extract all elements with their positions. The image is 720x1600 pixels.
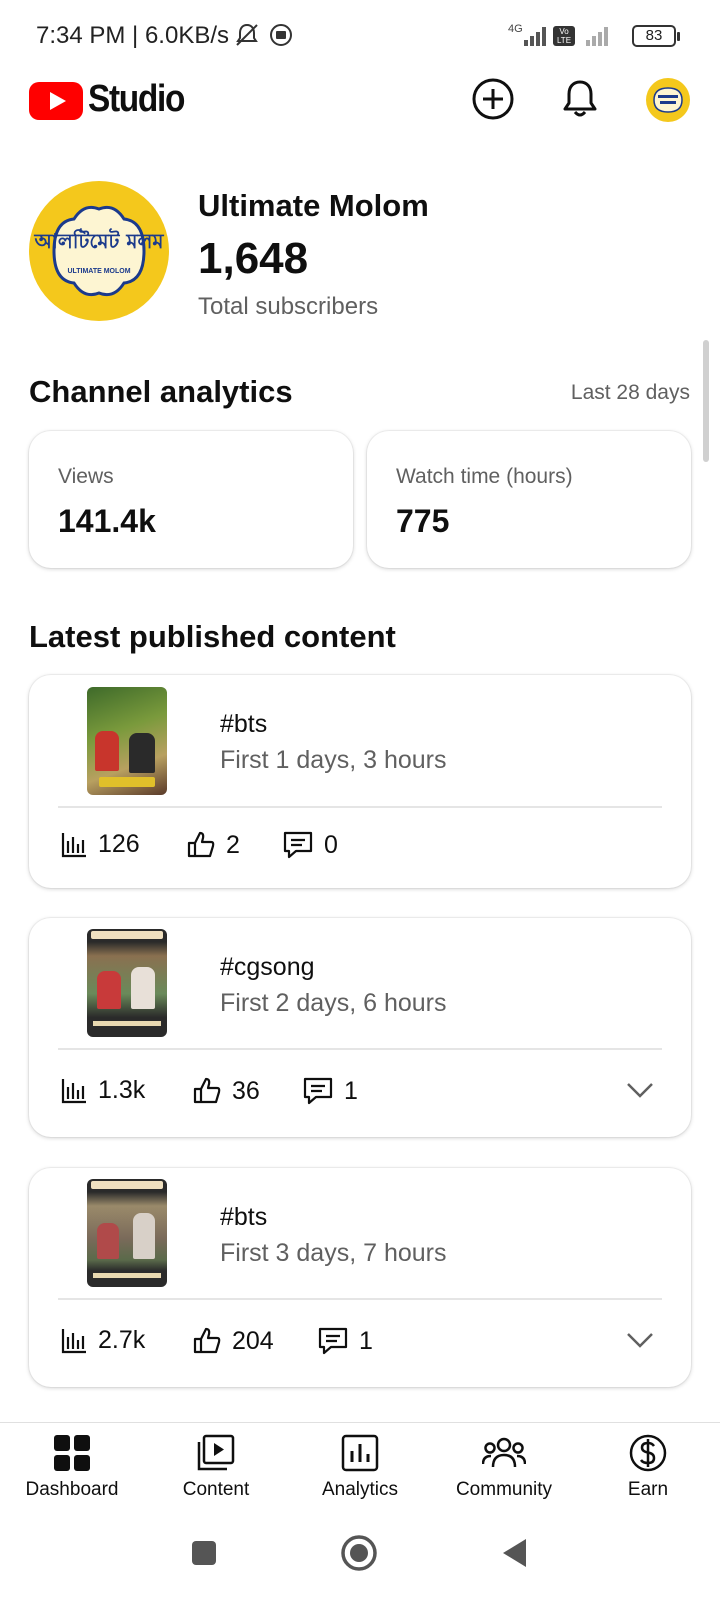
thumbs-up-icon	[193, 1327, 221, 1354]
subscriber-label: Total subscribers	[198, 293, 379, 320]
bell-icon[interactable]	[557, 76, 603, 122]
metric-value: 141.4k	[58, 503, 156, 539]
battery-icon: 83	[632, 25, 680, 47]
nav-label: Earn	[627, 1479, 669, 1500]
bar-chart-icon	[61, 1328, 86, 1353]
nav-analytics[interactable]: Analytics	[290, 1433, 430, 1501]
scrollbar[interactable]	[703, 340, 709, 462]
comments-value: 1	[359, 1326, 373, 1355]
volte-icon: Vo LTE	[553, 26, 575, 46]
home-icon[interactable]	[340, 1534, 378, 1572]
create-plus-icon[interactable]	[470, 76, 516, 122]
signal-icon	[524, 27, 546, 46]
signal-icon-2	[586, 27, 608, 46]
nav-content[interactable]: Content	[146, 1433, 286, 1501]
status-time: 7:34 PM | 6.0KB/s	[36, 22, 229, 49]
divider	[58, 1048, 662, 1050]
comments-value: 1	[344, 1076, 358, 1105]
logo-bangla-text: আলটিমেট মলম	[34, 228, 165, 253]
app-name: Studio	[88, 78, 185, 120]
comments-stat: 0	[282, 830, 338, 860]
likes-stat: 204	[192, 1326, 274, 1356]
channel-logo-icon: আলটিমেট মলম ULTIMATE MOLOM	[34, 205, 165, 297]
channel-name: Ultimate Molom	[198, 188, 429, 223]
likes-value: 204	[232, 1326, 274, 1355]
back-icon[interactable]	[500, 1537, 530, 1569]
divider	[58, 806, 662, 808]
community-icon	[482, 1437, 526, 1468]
views-value: 126	[98, 830, 140, 858]
metric-label: Watch time (hours)	[396, 465, 573, 488]
system-navigation	[0, 1522, 720, 1600]
nav-community[interactable]: Community	[434, 1433, 574, 1501]
bottom-navigation: Dashboard Content Analytics Community Ea…	[0, 1422, 720, 1522]
chevron-down-icon[interactable]	[625, 1080, 655, 1100]
comments-stat: 1	[317, 1326, 373, 1356]
metric-value: 775	[396, 503, 450, 539]
video-thumbnail[interactable]	[87, 929, 167, 1037]
video-title: #bts	[220, 1203, 268, 1231]
comments-stat: 1	[302, 1076, 358, 1106]
earn-icon	[629, 1434, 667, 1472]
nav-earn[interactable]: Earn	[578, 1433, 718, 1501]
dashboard-icon	[54, 1435, 90, 1471]
bar-chart-icon	[61, 832, 86, 857]
video-period: First 2 days, 6 hours	[220, 989, 447, 1017]
video-period: First 1 days, 3 hours	[220, 746, 447, 774]
video-thumbnail[interactable]	[87, 687, 167, 795]
nav-label: Content	[182, 1479, 250, 1500]
content-card[interactable]: #bts First 1 days, 3 hours 126 2 0	[29, 675, 691, 888]
views-value: 2.7k	[98, 1326, 146, 1354]
content-icon	[197, 1434, 235, 1471]
likes-value: 36	[232, 1076, 260, 1105]
likes-value: 2	[226, 830, 240, 859]
divider	[58, 1298, 662, 1300]
account-avatar[interactable]	[646, 78, 690, 122]
watch-time-card[interactable]: Watch time (hours) 775	[367, 431, 691, 568]
chevron-down-icon[interactable]	[625, 1330, 655, 1350]
nav-label: Analytics	[321, 1479, 399, 1500]
content-card[interactable]: #cgsong First 2 days, 6 hours 1.3k 36 1	[29, 918, 691, 1137]
video-thumbnail[interactable]	[87, 1179, 167, 1287]
comment-icon	[318, 1327, 348, 1355]
comment-icon	[283, 831, 313, 859]
youtube-logo-icon	[29, 82, 83, 120]
likes-stat: 36	[192, 1076, 260, 1106]
subscriber-count: 1,648	[198, 234, 309, 283]
thumbs-up-icon	[193, 1077, 221, 1104]
likes-stat: 2	[186, 830, 240, 860]
views-card[interactable]: Views 141.4k	[29, 431, 353, 568]
status-bar: 7:34 PM | 6.0KB/s 4G Vo LTE 83	[0, 0, 720, 72]
screen-record-icon	[270, 24, 292, 46]
views-stat: 126	[60, 830, 140, 859]
nav-label: Community	[455, 1479, 553, 1500]
recent-apps-icon[interactable]	[190, 1539, 218, 1567]
views-value: 1.3k	[98, 1076, 146, 1104]
views-stat: 2.7k	[60, 1326, 145, 1355]
video-title: #bts	[220, 710, 268, 738]
comments-value: 0	[324, 830, 338, 859]
video-period: First 3 days, 7 hours	[220, 1239, 447, 1267]
nav-dashboard[interactable]: Dashboard	[2, 1433, 142, 1501]
comment-icon	[303, 1077, 333, 1105]
bar-chart-icon	[61, 1078, 86, 1103]
analytics-icon	[341, 1434, 379, 1472]
mute-notifications-icon	[236, 23, 258, 46]
content-card[interactable]: #bts First 3 days, 7 hours 2.7k 204 1	[29, 1168, 691, 1387]
latest-content-title: Latest published content	[29, 619, 396, 654]
analytics-period: Last 28 days	[570, 381, 690, 404]
nav-label: Dashboard	[25, 1479, 119, 1500]
views-stat: 1.3k	[60, 1076, 145, 1105]
video-title: #cgsong	[220, 953, 315, 981]
thumbs-up-icon	[187, 831, 215, 858]
metric-label: Views	[58, 465, 114, 488]
channel-logo-small-icon	[653, 87, 683, 113]
channel-avatar[interactable]: আলটিমেট মলম ULTIMATE MOLOM	[29, 181, 169, 321]
logo-english-text: ULTIMATE MOLOM	[67, 268, 130, 275]
analytics-title: Channel analytics	[29, 374, 293, 409]
